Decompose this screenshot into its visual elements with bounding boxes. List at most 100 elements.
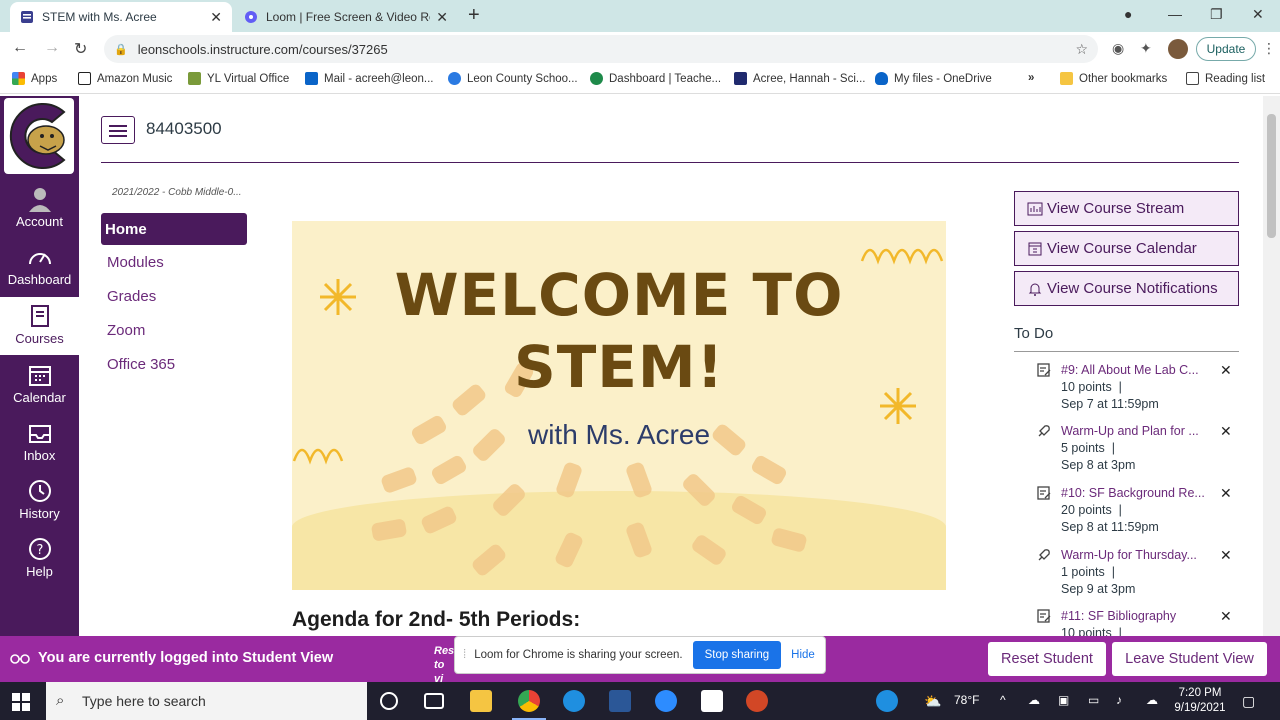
network-icon[interactable]: ▣ [1058,693,1069,707]
scrollbar-thumb[interactable] [1267,114,1276,238]
hide-link[interactable]: Hide [791,649,815,661]
profile-avatar[interactable] [1168,39,1188,59]
task-view-icon[interactable] [424,693,444,709]
banner-subtitle: with Ms. Acree [527,419,711,450]
bookmark-amazon-music[interactable]: Amazon Music [78,72,172,85]
bookmark-onedrive[interactable]: My files - OneDrive [875,72,992,85]
stop-sharing-button[interactable]: Stop sharing [692,641,782,669]
leave-student-view-button[interactable]: Leave Student View [1112,642,1267,676]
course-nav-home[interactable]: Home [101,213,247,245]
tray-chevron-icon[interactable]: ^ [1000,693,1006,707]
bookmark-dashboard[interactable]: Dashboard | Teache... [590,72,721,85]
bookmark-reading-list[interactable]: Reading list [1186,72,1265,85]
assignment-icon [1037,363,1051,377]
edge-icon[interactable] [563,690,585,712]
dismiss-icon[interactable]: ✕ [1220,423,1232,440]
new-tab-icon[interactable]: + [468,4,480,27]
gnav-account[interactable]: Account [0,180,79,238]
dismiss-icon[interactable]: ✕ [1220,362,1232,379]
temperature[interactable]: 78°F [954,693,979,707]
more-bookmarks-icon[interactable]: » [1028,72,1034,84]
gnav-courses[interactable]: Courses [0,297,79,355]
puzzle-icon[interactable]: ✦ [1140,40,1152,57]
todo-due: Sep 7 at 11:59pm [1061,397,1159,411]
gnav-inbox[interactable]: Inbox [0,414,79,472]
todo-points: 20 points | [1061,503,1122,517]
view-course-calendar-button[interactable]: View Course Calendar [1014,231,1239,266]
course-nav-grades[interactable]: Grades [101,280,247,312]
dismiss-icon[interactable]: ✕ [1220,608,1232,625]
forward-icon[interactable]: → [44,39,60,57]
gnav-help[interactable]: ? Help [0,530,79,588]
file-explorer-icon[interactable] [470,690,492,712]
tab-stem[interactable]: STEM with Ms. Acree ✕ [10,2,232,32]
onedrive-tray-icon[interactable]: ☁ [1028,693,1040,707]
minimize-icon[interactable]: — [1168,6,1182,22]
gnav-dashboard[interactable]: Dashboard [0,238,79,296]
page-scrollbar[interactable] [1263,96,1280,636]
apps-grid-icon [12,72,25,85]
bookmark-apps[interactable]: Apps [12,72,57,85]
extension-icon[interactable]: ◉ [1112,40,1124,57]
bookmark-yl-office[interactable]: YL Virtual Office [188,72,289,85]
menu-kebab-icon[interactable]: ⋮ [1262,40,1276,57]
back-icon[interactable]: ← [12,39,28,57]
upload-icon[interactable]: ☁ [1146,693,1158,707]
taskbar-clock[interactable]: 7:20 PM 9/19/2021 [1170,686,1230,716]
banner-title-line1: WELCOME TO [394,261,844,329]
course-menu-hamburger-icon[interactable] [101,116,135,144]
notifications-icon[interactable]: ▢ [1242,693,1255,710]
volume-icon[interactable]: ♪ [1116,693,1122,707]
help-app-icon[interactable] [876,690,898,712]
reset-student-button[interactable]: Reset Student [988,642,1106,676]
maximize-icon[interactable]: ❐ [1210,6,1223,23]
word-icon[interactable] [609,690,631,712]
school-logo[interactable] [4,98,74,174]
course-nav-office365[interactable]: Office 365 [101,348,247,380]
course-nav-zoom[interactable]: Zoom [101,314,247,346]
chrome-icon[interactable] [512,690,546,720]
battery-icon[interactable]: ▭ [1088,693,1099,707]
powerpoint-icon[interactable] [746,690,768,712]
bookmark-acree[interactable]: Acree, Hannah - Sci... [734,72,866,85]
view-course-stream-button[interactable]: View Course Stream [1014,191,1239,226]
todo-title-link[interactable]: #9: All About Me Lab C... [1061,362,1211,379]
gnav-calendar[interactable]: Calendar [0,356,79,414]
history-icon [28,480,51,502]
update-button[interactable]: Update [1196,37,1256,61]
bell-icon [1028,283,1042,296]
student-view-message: You are currently logged into Student Vi… [38,650,334,666]
course-nav-modules[interactable]: Modules [101,246,247,278]
window-close-icon[interactable]: ✕ [1252,6,1264,23]
windows-start-icon[interactable] [12,693,30,711]
address-bar[interactable]: 🔒 leonschools.instructure.com/courses/37… [104,35,1098,63]
todo-title-link[interactable]: #10: SF Background Re... [1061,485,1211,502]
notion-icon[interactable] [701,690,723,712]
weather-icon: ⛅ [924,693,942,709]
reload-icon[interactable]: ↻ [74,39,87,59]
reading-list-icon [1186,72,1199,85]
todo-points: 5 points | [1061,441,1115,455]
drag-handle-icon[interactable]: ⁞ [463,649,466,661]
todo-title-link[interactable]: #11: SF Bibliography [1061,608,1211,625]
bookmark-leon-county[interactable]: Leon County Schoo... [448,72,578,85]
close-icon[interactable]: ✕ [210,9,222,26]
cortana-icon[interactable] [380,692,398,710]
gnav-history[interactable]: History [0,472,79,530]
todo-title-link[interactable]: Warm-Up for Thursday... [1061,547,1211,564]
calendar-icon [28,366,51,386]
bookmark-mail[interactable]: Mail - acreeh@leon... [305,72,433,85]
tab-loom[interactable]: Loom | Free Screen & Video Rec ✕ [234,2,458,32]
cloud-icon [448,72,461,85]
taskbar-search[interactable]: ⌕ Type here to search [46,682,367,720]
close-icon[interactable]: ✕ [436,9,448,26]
todo-title-link[interactable]: Warm-Up and Plan for ... [1061,423,1211,440]
view-course-notifications-button[interactable]: View Course Notifications [1014,271,1239,306]
bookmark-star-icon[interactable]: ☆ [1075,41,1088,58]
bookmark-other[interactable]: Other bookmarks [1060,72,1167,85]
profile-dropdown-icon[interactable]: ● [1124,6,1132,22]
dismiss-icon[interactable]: ✕ [1220,547,1232,564]
student-view-eye-icon [10,654,30,664]
dismiss-icon[interactable]: ✕ [1220,485,1232,502]
zoom-icon[interactable] [655,690,677,712]
